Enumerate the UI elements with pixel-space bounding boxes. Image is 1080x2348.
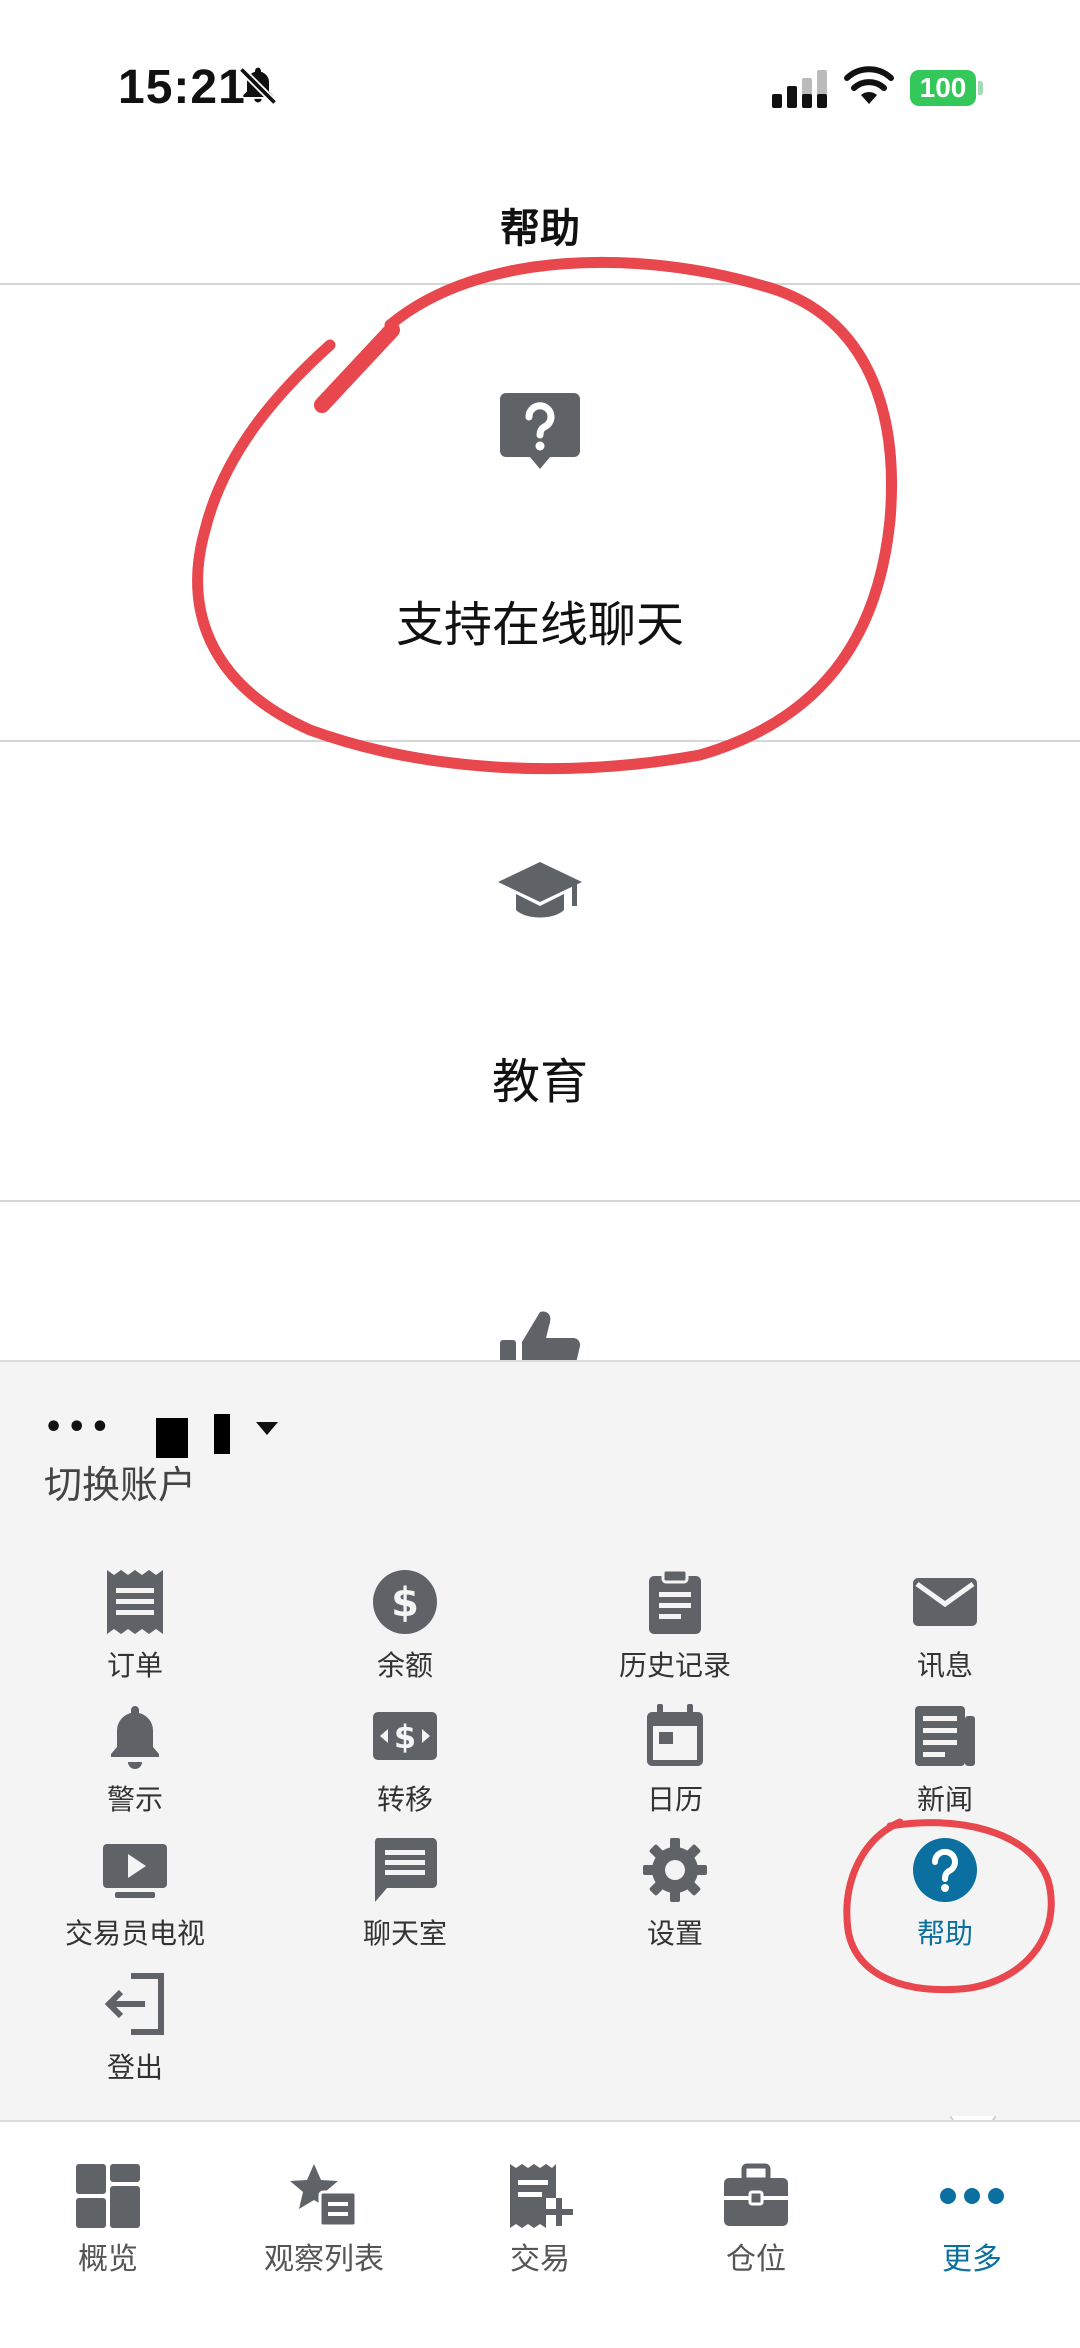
menu-item-messages[interactable]: 讯息 — [810, 1568, 1080, 1688]
question-icon — [913, 1838, 977, 1902]
tab-overview[interactable]: 概览 — [0, 2142, 216, 2277]
menu-item-label: 新闻 — [916, 1783, 973, 1816]
menu-item-balance[interactable]: $ 余额 — [270, 1568, 540, 1688]
tab-watchlist[interactable]: 观察列表 — [216, 2142, 432, 2277]
account-redaction — [156, 1418, 188, 1458]
more-dots-icon — [940, 2188, 1004, 2204]
menu-item-history[interactable]: 历史记录 — [540, 1568, 810, 1688]
wifi-icon — [844, 66, 894, 104]
clipboard-icon — [649, 1568, 701, 1634]
status-time: 15:21 — [118, 61, 246, 114]
tab-more[interactable]: 更多 — [864, 2142, 1080, 2277]
tab-label: 观察列表 — [264, 2242, 384, 2277]
menu-item-label: 日历 — [646, 1783, 703, 1816]
status-bar: 15:21 100 — [0, 0, 1080, 160]
tab-label: 交易 — [510, 2242, 570, 2277]
menu-item-label: 转移 — [376, 1783, 433, 1816]
help-item-live-chat[interactable]: 支持在线聊天 — [0, 285, 1080, 740]
account-masked: ••• — [44, 1410, 114, 1445]
menu-item-label: 余额 — [376, 1649, 433, 1682]
dollar-icon: $ — [373, 1570, 437, 1634]
bottom-tab-bar: 概览 观察列表 交易 仓位 更多 — [0, 2120, 1080, 2348]
tab-positions[interactable]: 仓位 — [648, 2142, 864, 2277]
envelope-icon — [913, 1578, 977, 1626]
help-item-feedback[interactable] — [0, 1202, 1080, 1360]
menu-item-trader-tv[interactable]: 交易员电视 — [0, 1836, 270, 1956]
menu-item-label: 登出 — [106, 2051, 163, 2084]
menu-item-calendar[interactable]: 日历 — [540, 1702, 810, 1822]
briefcase-icon — [724, 2163, 788, 2226]
menu-item-news[interactable]: 新闻 — [810, 1702, 1080, 1822]
tab-label: 概览 — [78, 2242, 138, 2277]
menu-item-orders[interactable]: 订单 — [0, 1568, 270, 1688]
bell-off-icon — [238, 66, 278, 106]
menu-item-label: 交易员电视 — [64, 1917, 205, 1950]
tab-label: 更多 — [942, 2242, 1002, 2277]
battery-icon: 100 — [910, 70, 984, 106]
gear-icon — [643, 1838, 707, 1902]
switch-account-link[interactable]: 切换账户 — [44, 1454, 196, 1509]
caret-down-icon — [256, 1422, 278, 1435]
menu-item-chatroom[interactable]: 聊天室 — [270, 1836, 540, 1956]
menu-item-label: 讯息 — [916, 1649, 973, 1682]
menu-item-transfer[interactable]: $ 转移 — [270, 1702, 540, 1822]
menu-item-alerts[interactable]: 警示 — [0, 1702, 270, 1822]
chat-bubble-icon — [374, 1838, 438, 1902]
more-menu-sheet: ••• 切换账户 订单 $ 余额 历史记录 讯息 警示 $ 转移 日历 新闻 交… — [0, 1360, 1080, 2120]
menu-item-label: 警示 — [106, 1783, 163, 1816]
menu-item-logout[interactable]: 登出 — [0, 1970, 270, 2090]
logout-icon — [104, 1973, 164, 2035]
help-item-education[interactable]: 教育 — [0, 742, 1080, 1201]
tv-play-icon — [103, 1844, 167, 1898]
money-transfer-icon: $ — [373, 1712, 437, 1760]
dashboard-icon — [76, 2164, 140, 2228]
account-selector[interactable]: ••• — [44, 1410, 644, 1458]
receipt-icon — [107, 1570, 163, 1634]
watchlist-icon — [290, 2164, 358, 2228]
calendar-icon — [647, 1704, 703, 1766]
account-redaction — [214, 1414, 230, 1454]
menu-item-label: 设置 — [646, 1917, 703, 1950]
thumbs-up-icon — [500, 1311, 581, 1360]
help-item-label: 支持在线聊天 — [395, 597, 684, 653]
trade-icon — [510, 2164, 573, 2228]
battery-percent: 100 — [919, 72, 967, 103]
newspaper-icon — [915, 1706, 975, 1766]
menu-item-label: 聊天室 — [362, 1917, 447, 1950]
menu-item-help[interactable]: 帮助 — [810, 1836, 1080, 1956]
help-item-label: 教育 — [491, 1054, 588, 1110]
cellular-signal-icon — [772, 70, 827, 108]
menu-item-settings[interactable]: 设置 — [540, 1836, 810, 1956]
page-title: 帮助 — [500, 206, 580, 252]
svg-text:$: $ — [391, 1580, 419, 1626]
svg-text:$: $ — [394, 1718, 416, 1756]
menu-item-label: 订单 — [106, 1649, 163, 1682]
tab-label: 仓位 — [726, 2242, 786, 2277]
tab-trade[interactable]: 交易 — [432, 2142, 648, 2277]
menu-item-label: 历史记录 — [618, 1649, 731, 1682]
menu-item-label: 帮助 — [916, 1917, 973, 1950]
help-chat-icon — [500, 393, 580, 469]
bell-icon — [111, 1706, 159, 1769]
graduation-cap-icon — [498, 862, 582, 918]
